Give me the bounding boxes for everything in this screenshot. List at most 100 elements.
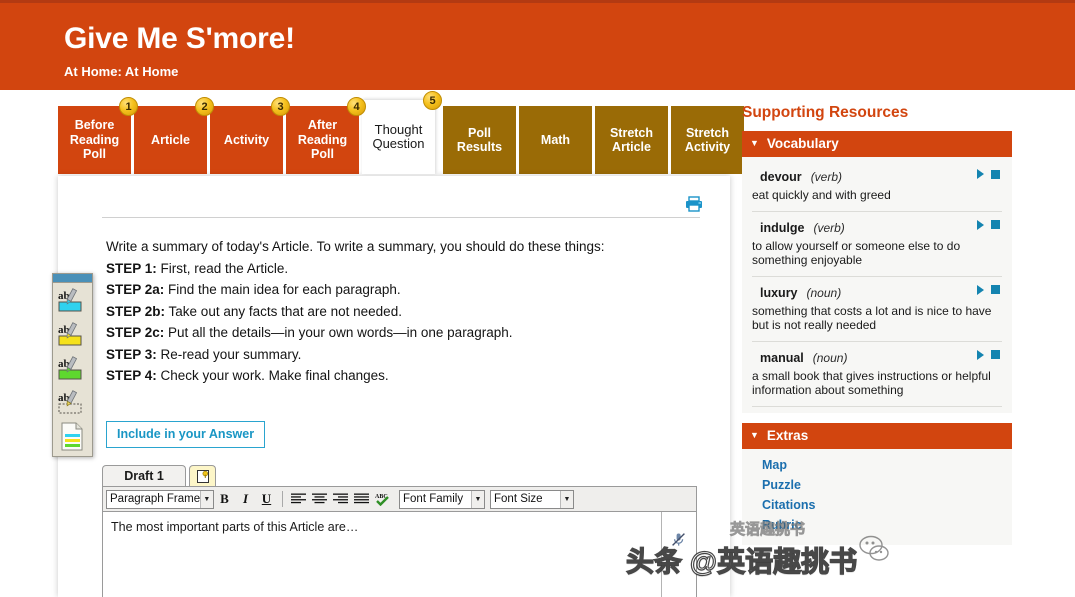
page-title: Give Me S'more! [64,22,295,55]
vocabulary-word: manual [760,350,804,365]
vocabulary-audio-controls [977,284,1000,295]
tab-badge: 2 [195,97,214,116]
extras-link-map[interactable]: Map [752,455,1002,475]
paragraph-frames-label: Paragraph Frames [110,493,200,505]
instruction-step: STEP 2c: Put all the details—in your own… [106,325,513,340]
tab-navigation: Before Reading Poll 1 Article 2 Activity 3 Aft… [58,91,747,176]
chevron-down-icon: ▼ [750,138,759,148]
spellcheck-icon[interactable]: ABC [372,489,393,509]
vocabulary-part-of-speech: (noun) [806,285,842,300]
highlight-erase-icon[interactable]: ab [53,385,92,419]
tab-label: Thought Question [372,121,425,151]
vocabulary-definition: eat quickly and with greed [752,188,891,202]
extras-section-header[interactable]: ▼ Extras [742,422,1012,449]
tab-article[interactable]: Article 2 [134,97,214,174]
tab-stretch-activity[interactable]: Stretch Activity [671,106,744,174]
highlighter-toolbar: ab ab ab ab [52,273,93,457]
play-icon[interactable] [977,284,984,295]
vocabulary-definition: to allow yourself or someone else to do … [752,238,961,268]
extras-list: Map Puzzle Citations Rubric [742,448,1012,545]
font-family-select[interactable]: Font Family ▼ [399,489,485,509]
draft-tab[interactable]: Draft 1 [102,465,186,486]
vocabulary-part-of-speech: (noun) [812,350,848,365]
include-in-answer-button[interactable]: Include in your Answer [106,421,266,448]
extras-link-puzzle[interactable]: Puzzle [752,475,1002,495]
font-size-label: Font Size [494,493,543,505]
tab-label: Stretch Article [609,125,654,155]
site-header: Give Me S'more! At Home: At Home [0,0,1075,90]
italic-button[interactable]: I [235,489,256,509]
step-label: STEP 2c: [106,325,165,340]
chevron-down-icon: ▼ [559,490,573,508]
page-root: Give Me S'more! At Home: At Home Before … [0,0,1075,597]
vocabulary-term-row: luxury (noun) [760,284,1002,302]
toolbar-drag-handle[interactable] [53,274,92,283]
align-center-icon[interactable] [309,489,330,509]
extras-link-citations[interactable]: Citations [752,495,1002,515]
tab-math[interactable]: Math [519,106,592,174]
instruction-step: STEP 1: First, read the Article. [106,260,289,276]
sticky-note-icon[interactable] [189,465,216,486]
draft-tab-bar: Draft 1 [102,464,697,486]
vocabulary-audio-controls [977,349,1000,360]
tab-label: Activity [223,132,270,147]
instructions-block: Write a summary of today's Article. To w… [106,236,696,387]
vocabulary-item: devour (verb) eat quickly and with greed [752,161,1002,212]
printer-icon[interactable] [685,196,703,212]
play-icon[interactable] [977,169,984,179]
editor-gutter [661,512,696,597]
paragraph-frames-select[interactable]: Paragraph Frames ▼ [106,489,214,509]
bold-button[interactable]: B [214,489,235,509]
tab-activity[interactable]: Activity 3 [210,97,290,174]
highlight-cyan-icon[interactable]: ab [53,283,92,317]
tab-label: Poll Results [456,125,503,155]
vocabulary-word: devour [760,170,802,184]
tab-poll-results[interactable]: Poll Results [443,106,516,174]
tab-badge: 4 [347,97,366,116]
tab-thought-question[interactable]: Thought Question 5 [362,91,442,174]
tab-stretch-article[interactable]: Stretch Article [595,106,668,174]
vocabulary-part-of-speech: (verb) [810,170,843,184]
vocabulary-item: indulge (verb) to allow yourself or someon… [752,212,1002,277]
extras-heading: Extras [766,427,809,443]
step-label: STEP 1: [106,260,157,276]
tab-label: Before Reading Poll [69,118,120,162]
notes-summary-icon[interactable] [53,419,92,453]
vocabulary-section-header[interactable]: ▼ Vocabulary [742,131,1012,157]
step-label: STEP 2a: [106,282,165,297]
tab-before-reading-poll[interactable]: Before Reading Poll 1 [58,97,138,174]
align-left-icon[interactable] [288,489,309,509]
instructions-intro: Write a summary of today's Article. To w… [106,239,605,254]
font-size-select[interactable]: Font Size ▼ [490,489,574,509]
tab-badge: 3 [271,97,290,116]
stop-icon[interactable] [991,285,1000,294]
tab-label: Math [540,132,571,147]
step-label: STEP 2b: [106,303,166,319]
extras-link-rubric[interactable]: Rubric [752,515,1002,535]
editor-textarea[interactable]: The most important parts of this Article… [102,512,697,597]
vocabulary-definition: a small book that gives instructions or … [752,368,991,398]
align-right-icon[interactable] [330,489,351,509]
editor-body-text: The most important parts of this Article… [111,520,359,534]
microphone-muted-icon[interactable] [671,532,686,547]
stop-icon[interactable] [991,350,1000,359]
tab-label: Article [151,132,190,147]
stop-icon[interactable] [991,169,1000,179]
content-panel: Write a summary of today's Article. To w… [58,176,730,597]
highlight-green-icon[interactable]: ab [53,351,92,385]
vocabulary-item: manual (noun) a small book that gives inst… [752,342,1002,407]
play-icon[interactable] [977,349,984,360]
align-justify-icon[interactable] [351,489,372,509]
stop-icon[interactable] [991,220,1000,229]
step-label: STEP 3: [106,346,157,362]
instruction-step: STEP 3: Re-read your summary. [106,346,302,362]
highlight-yellow-icon[interactable]: ab [53,317,92,351]
vocabulary-term-row: devour (verb) [760,168,1002,186]
tab-label: After Reading Poll [297,118,348,162]
step-label: STEP 4: [106,368,157,383]
vocabulary-audio-controls [977,169,1000,179]
vocabulary-part-of-speech: (verb) [813,220,845,235]
play-icon[interactable] [977,219,984,230]
underline-button[interactable]: U [256,489,277,509]
tab-after-reading-poll[interactable]: After Reading Poll 4 [286,97,366,174]
